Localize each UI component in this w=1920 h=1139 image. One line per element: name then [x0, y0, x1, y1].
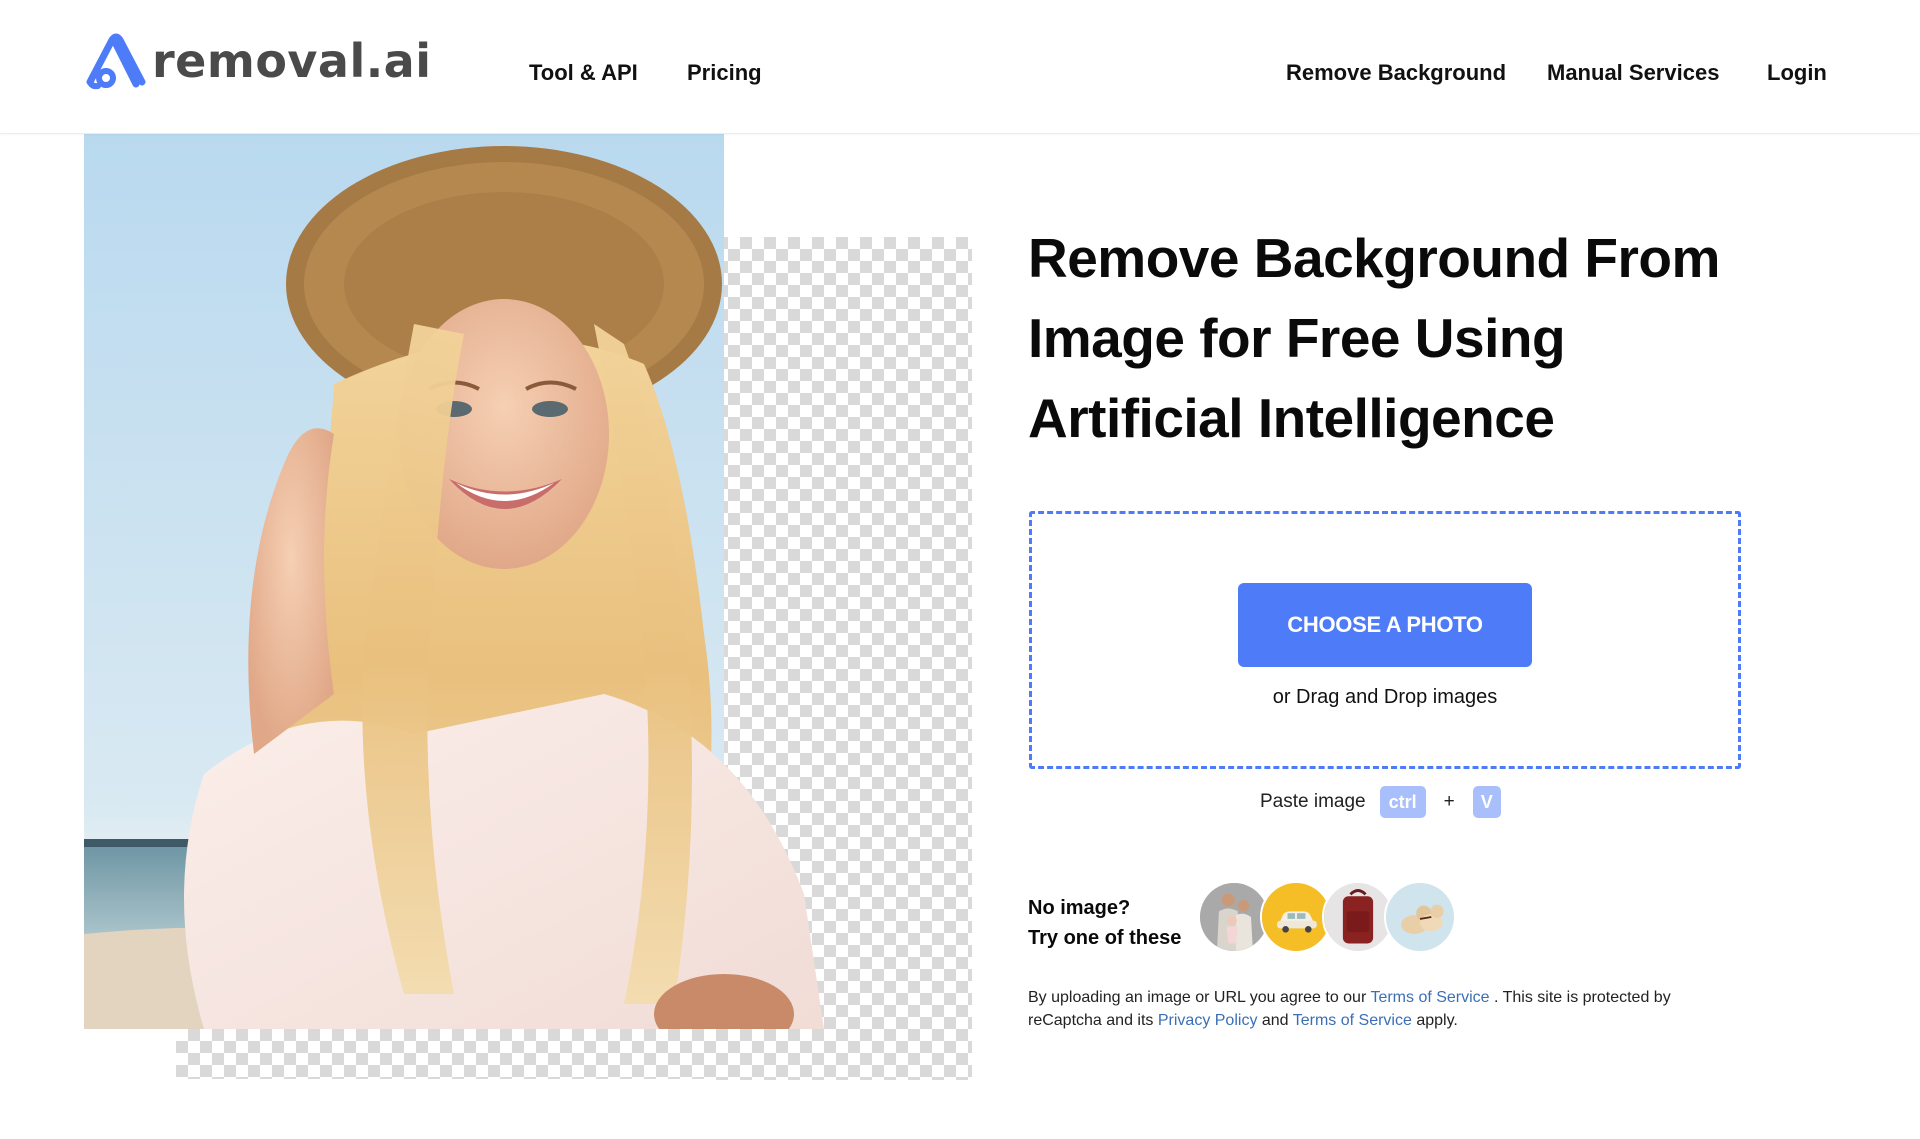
nav-manual-services[interactable]: Manual Services: [1547, 58, 1719, 88]
v-key-badge: V: [1472, 786, 1501, 818]
page-title-line-1: Remove Background From: [1028, 227, 1720, 289]
nav-pricing[interactable]: Pricing: [687, 58, 762, 88]
sample-prompt-line-1: No image?: [1028, 897, 1131, 919]
terms-text-4: apply.: [1411, 1012, 1458, 1029]
nav-remove-background[interactable]: Remove Background: [1286, 58, 1506, 88]
nav-tool-api[interactable]: Tool & API: [529, 58, 638, 88]
terms-of-service-link-2[interactable]: Terms of Service: [1293, 1012, 1412, 1029]
terms-text-3: and: [1257, 1012, 1293, 1029]
transparency-checkerboard-bottom: [176, 1029, 972, 1079]
logo-link[interactable]: removal.ai: [82, 28, 432, 94]
page-title: Remove Background From Image for Free Us…: [1028, 218, 1748, 458]
terms-notice: By uploading an image or URL you agree t…: [1028, 986, 1728, 1032]
nav-login[interactable]: Login: [1767, 58, 1827, 88]
sample-image-dogs[interactable]: [1384, 881, 1456, 953]
terms-text-1: By uploading an image or URL you agree t…: [1028, 989, 1371, 1006]
ctrl-key-badge: ctrl: [1379, 786, 1426, 818]
privacy-policy-link[interactable]: Privacy Policy: [1158, 1012, 1258, 1029]
upload-dropzone[interactable]: CHOOSE A PHOTO or Drag and Drop images: [1029, 511, 1741, 769]
choose-photo-button[interactable]: CHOOSE A PHOTO: [1238, 583, 1532, 667]
sample-prompt: No image? Try one of these: [1028, 893, 1181, 953]
page-title-line-3: Artificial Intelligence: [1028, 387, 1555, 449]
page-title-line-2: Image for Free Using: [1028, 307, 1566, 369]
site-header: removal.ai Tool & API Pricing Remove Bac…: [0, 0, 1920, 134]
logo-text: removal.ai: [152, 34, 432, 88]
removal-ai-logo-icon: [86, 33, 146, 90]
hero-image: [84, 134, 972, 1082]
sample-images: [1198, 881, 1458, 955]
paste-label: Paste image: [1260, 791, 1366, 812]
plus-sign: +: [1443, 791, 1455, 812]
paste-hint: Paste image ctrl + V: [1260, 786, 1501, 818]
woman-photo: [84, 134, 890, 1029]
terms-of-service-link[interactable]: Terms of Service: [1370, 989, 1489, 1006]
sample-prompt-line-2: Try one of these: [1028, 927, 1182, 949]
drag-drop-hint: or Drag and Drop images: [1272, 686, 1498, 708]
